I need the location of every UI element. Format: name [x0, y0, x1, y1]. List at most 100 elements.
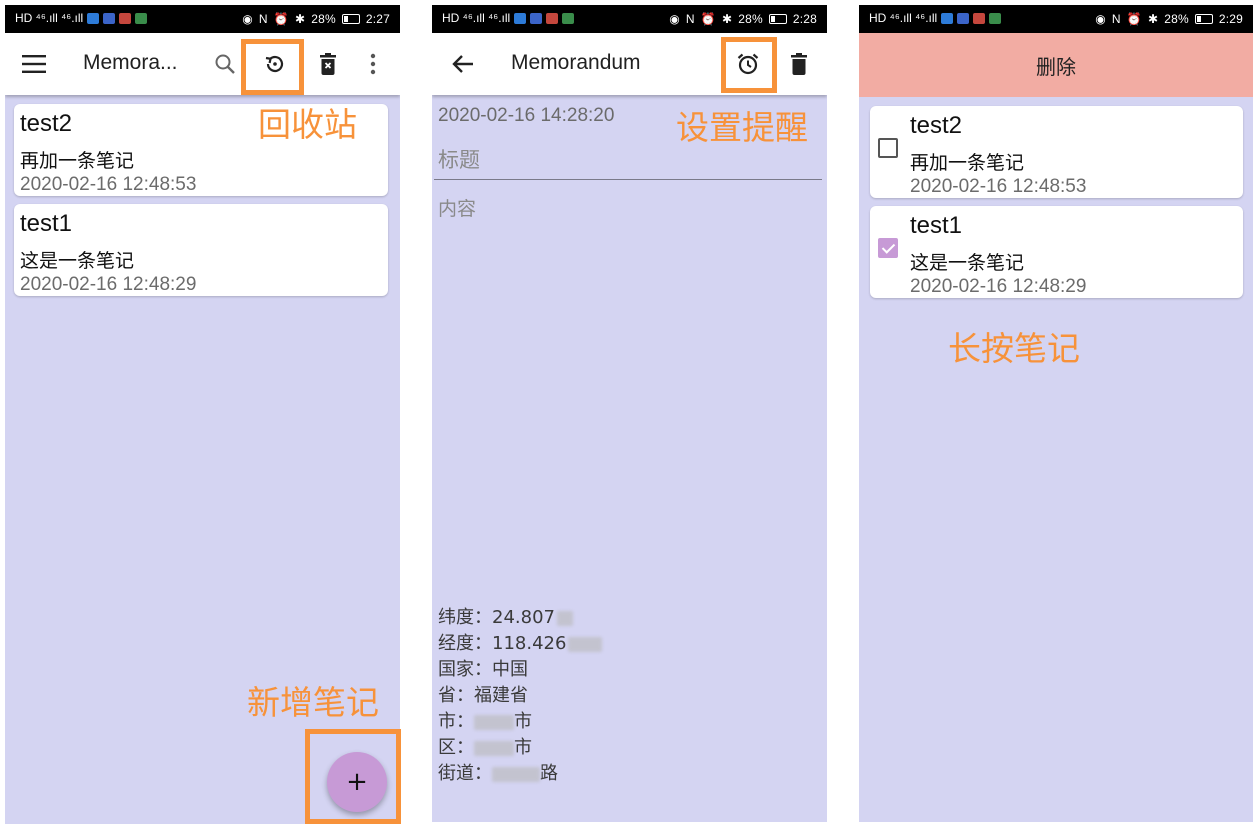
- menu-icon[interactable]: [19, 49, 49, 79]
- status-right: ◉ N ⏰ ✱ 28% 2:27: [242, 12, 390, 26]
- redacted-text: [492, 766, 540, 782]
- search-icon[interactable]: [210, 49, 240, 79]
- note-title: test2: [20, 110, 73, 137]
- app-notification-icon: [514, 12, 527, 24]
- app-title: Memorandum: [511, 51, 641, 74]
- app-notification-icon: [989, 12, 1002, 24]
- longitude-row: 经度：118.426: [438, 631, 603, 657]
- nfc-icon: N: [1111, 12, 1121, 26]
- redacted-text: [556, 610, 573, 626]
- note-card[interactable]: test1 这是一条笔记 2020-02-16 12:48:29: [14, 204, 388, 296]
- district-suffix: 市: [514, 737, 532, 758]
- eye-icon: ◉: [669, 12, 680, 26]
- status-bar: HD ⁴⁶.ıll ⁴⁶.ıll ◉ N ⏰ ✱ 28% 2:27: [5, 5, 400, 33]
- note-title: test2: [910, 112, 963, 139]
- district-row: 区： 市: [438, 735, 602, 761]
- battery-icon: [341, 14, 360, 24]
- location-info: 纬度：24.807 经度：118.426 国家：中国 省：福建省 市：市 区：市…: [438, 605, 603, 787]
- alarm-status-icon: ⏰: [273, 12, 289, 26]
- note-body: 再加一条笔记: [910, 152, 1025, 174]
- alarm-highlight: [721, 37, 777, 93]
- back-arrow-icon[interactable]: [448, 49, 478, 79]
- status-right: ◉ N ⏰ ✱ 28% 2:29: [1095, 12, 1243, 26]
- longitude-value: 118.426: [492, 633, 567, 654]
- battery-percent: 28%: [738, 12, 763, 26]
- latitude-value: 24.807: [492, 607, 555, 628]
- add-note-annotation: 新增笔记: [247, 683, 379, 722]
- bluetooth-icon: ✱: [294, 12, 306, 26]
- note-time: 2020-02-16 12:48:53: [20, 174, 197, 195]
- app-notification-icon: [119, 12, 132, 24]
- delete-icon[interactable]: [784, 49, 814, 79]
- note-body: 这是一条笔记: [910, 252, 1025, 274]
- status-bar: HD ⁴⁶.ıll ⁴⁶.ıll ◉ N ⏰ ✱ 28% 2:28: [432, 5, 827, 33]
- clock: 2:27: [365, 12, 390, 26]
- note-time: 2020-02-16 12:48:29: [20, 274, 197, 295]
- country-row: 国家：中国: [438, 657, 602, 683]
- redacted-text: [474, 714, 514, 730]
- alarm-annotation: 设置提醒: [676, 108, 808, 147]
- note-body: 这是一条笔记: [20, 250, 135, 272]
- latitude-row: 纬度：24.807: [438, 605, 602, 631]
- redacted-text: [474, 740, 514, 756]
- note-time: 2020-02-16 12:48:29: [910, 276, 1087, 297]
- battery-percent: 28%: [311, 12, 336, 26]
- note-card[interactable]: test1 这是一条笔记 2020-02-16 12:48:29: [870, 206, 1243, 298]
- clock: 2:29: [1218, 12, 1243, 26]
- note-card[interactable]: test2 再加一条笔记 2020-02-16 12:48:53: [870, 106, 1243, 198]
- street-row: 街道： 路: [438, 761, 602, 787]
- bluetooth-icon: ✱: [721, 12, 733, 26]
- app-notification-icon: [103, 12, 116, 24]
- note-time: 2020-02-16 12:48:53: [910, 176, 1087, 197]
- app-notification-icon: [87, 12, 100, 24]
- note-date: 2020-02-16 14:28:20: [438, 105, 615, 126]
- app-notification-icon: [530, 12, 543, 24]
- note-title: test1: [910, 212, 963, 239]
- app-notification-icon: [562, 12, 575, 24]
- note-checkbox-checked[interactable]: [878, 238, 898, 258]
- bluetooth-icon: ✱: [1147, 12, 1159, 26]
- content-input[interactable]: [434, 190, 822, 580]
- note-checkbox[interactable]: [878, 138, 898, 158]
- long-press-annotation: 长按笔记: [948, 329, 1080, 368]
- app-notification-icon: [973, 12, 986, 24]
- delete-button[interactable]: 删除: [859, 33, 1253, 97]
- status-left: HD ⁴⁶.ıll ⁴⁶.ıll: [869, 11, 1002, 25]
- eye-icon: ◉: [1095, 12, 1106, 26]
- nfc-icon: N: [258, 12, 268, 26]
- province-row: 省：福建省: [438, 683, 602, 709]
- province-label: 省：: [438, 685, 474, 706]
- signal-indicator: HD ⁴⁶.ıll ⁴⁶.ıll: [869, 11, 938, 25]
- battery-percent: 28%: [1164, 12, 1189, 26]
- clock: 2:28: [792, 12, 817, 26]
- longitude-label: 经度：: [438, 633, 492, 654]
- app-notification-icon: [546, 12, 559, 24]
- app-title: Memora...: [83, 51, 178, 74]
- latitude-label: 纬度：: [438, 607, 492, 628]
- redacted-text: [568, 636, 603, 652]
- add-note-highlight: [305, 729, 401, 824]
- nfc-icon: N: [685, 12, 695, 26]
- district-label: 区：: [438, 737, 474, 758]
- app-notification-icon: [957, 12, 970, 24]
- recycle-highlight: [241, 39, 304, 95]
- select-delete-screen: HD ⁴⁶.ıll ⁴⁶.ıll ◉ N ⏰ ✱ 28% 2:29 删除 tes…: [859, 5, 1253, 822]
- signal-indicator: HD ⁴⁶.ıll ⁴⁶.ıll: [15, 11, 84, 25]
- city-row: 市： 市: [438, 709, 602, 735]
- note-body: 再加一条笔记: [20, 150, 135, 172]
- recycle-annotation: 回收站: [258, 105, 357, 144]
- delete-forever-icon[interactable]: [313, 49, 343, 79]
- battery-icon: [1194, 14, 1213, 24]
- app-bar: Memora...: [5, 33, 400, 95]
- city-suffix: 市: [514, 711, 532, 732]
- app-notification-icon: [135, 12, 148, 24]
- status-left: HD ⁴⁶.ıll ⁴⁶.ıll: [442, 11, 575, 25]
- note-title: test1: [20, 210, 73, 237]
- signal-indicator: HD ⁴⁶.ıll ⁴⁶.ıll: [442, 11, 511, 25]
- city-label: 市：: [438, 711, 474, 732]
- more-vert-icon[interactable]: [361, 49, 385, 79]
- battery-icon: [768, 14, 787, 24]
- country-label: 国家：: [438, 659, 492, 680]
- app-notification-icon: [941, 12, 954, 24]
- street-label: 街道：: [438, 763, 492, 784]
